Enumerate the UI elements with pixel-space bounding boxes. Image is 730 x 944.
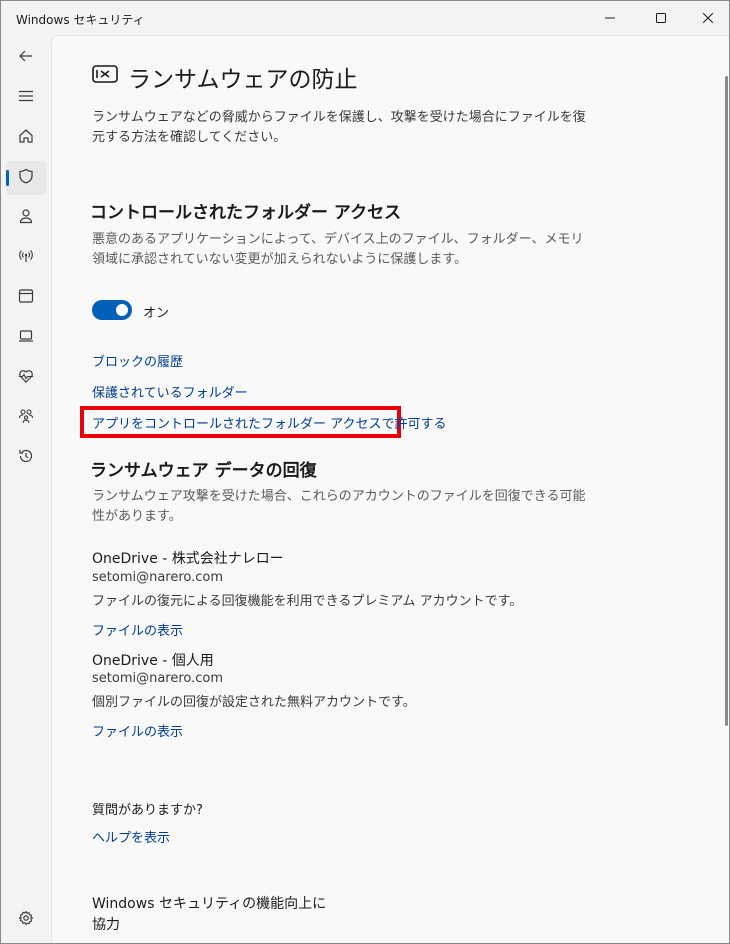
wireless-icon (18, 248, 34, 268)
title-bar: Windows セキュリティ (1, 1, 729, 35)
nav-item-app-browser-control[interactable] (6, 281, 46, 315)
minimize-button[interactable] (587, 1, 633, 35)
nav-item-virus-protection[interactable] (6, 161, 46, 195)
heart-pulse-icon (18, 368, 34, 388)
account-email: setomi@narero.com (92, 570, 224, 585)
page-title: ランサムウェアの防止 (128, 67, 358, 93)
hamburger-icon (18, 88, 34, 108)
family-icon (18, 408, 34, 428)
account-detail: ファイルの復元による回復機能を利用できるプレミアム アカウントです。 (92, 594, 523, 609)
selected-indicator (6, 170, 9, 186)
nav-item-device-performance[interactable] (6, 361, 46, 395)
nav-item-family-options[interactable] (6, 401, 46, 435)
back-arrow-icon (18, 48, 34, 68)
history-icon (18, 448, 34, 468)
window-title: Windows セキュリティ (16, 13, 145, 27)
minimize-icon (605, 13, 615, 23)
help-question: 質問がありますか? (92, 803, 203, 818)
nav-rail (1, 35, 51, 943)
account-name: OneDrive - 株式会社ナレロー (92, 551, 284, 567)
cfa-description: 悪意のあるアプリケーションによって、デバイス上のファイル、フォルダー、メモリ領域… (92, 232, 584, 267)
nav-item-protection-history[interactable] (6, 441, 46, 475)
account-detail: 個別ファイルの回復が設定された無料アカウントです。 (92, 695, 416, 710)
nav-item-device-security[interactable] (6, 321, 46, 355)
nav-item-home[interactable] (6, 121, 46, 155)
close-icon (703, 13, 713, 23)
view-files-link[interactable]: ファイルの表示 (92, 721, 183, 740)
maximize-button[interactable] (638, 1, 684, 35)
laptop-icon (18, 328, 34, 348)
protected-folders-link[interactable]: 保護されているフォルダー (92, 382, 248, 401)
browser-window-icon (18, 288, 34, 308)
cfa-toggle-label: オン (143, 306, 170, 321)
cfa-toggle[interactable] (92, 300, 132, 320)
gear-icon (18, 910, 34, 930)
ransomware-icon (92, 64, 118, 88)
person-icon (18, 208, 34, 228)
maximize-icon (656, 13, 666, 23)
cfa-heading: コントロールされたフォルダー アクセス (90, 203, 402, 223)
account-email: setomi@narero.com (92, 671, 224, 686)
help-link[interactable]: ヘルプを表示 (92, 827, 170, 846)
nav-menu-button[interactable] (6, 81, 46, 115)
recovery-description: ランサムウェア攻撃を受けた場合、これらのアカウントのファイルを回復できる可能性が… (92, 489, 586, 524)
main-content: ランサムウェアの防止 ランサムウェアなどの脅威からファイルを保護し、攻撃を受けた… (51, 35, 729, 943)
scrollbar[interactable] (725, 76, 728, 726)
app-window: Windows セキュリティ ランサムウェアの防止 ランサムウェアなどの脅威から… (0, 0, 730, 944)
block-history-link[interactable]: ブロックの履歴 (92, 351, 183, 370)
nav-item-firewall[interactable] (6, 241, 46, 275)
nav-item-account-protection[interactable] (6, 201, 46, 235)
view-files-link[interactable]: ファイルの表示 (92, 620, 183, 639)
close-button[interactable] (685, 1, 729, 35)
account-name: OneDrive - 個人用 (92, 653, 214, 669)
toggle-knob (116, 304, 128, 316)
recovery-heading: ランサムウェア データの回復 (90, 461, 317, 481)
nav-item-settings[interactable] (6, 903, 46, 937)
page-description: ランサムウェアなどの脅威からファイルを保護し、攻撃を受けた場合にファイルを復元す… (92, 110, 586, 145)
improve-heading: Windows セキュリティの機能向上に協力 (92, 896, 327, 933)
home-icon (18, 128, 34, 148)
nav-back-button[interactable] (6, 41, 46, 75)
shield-icon (18, 168, 34, 188)
allow-app-link[interactable]: アプリをコントロールされたフォルダー アクセスで許可する (92, 413, 446, 432)
